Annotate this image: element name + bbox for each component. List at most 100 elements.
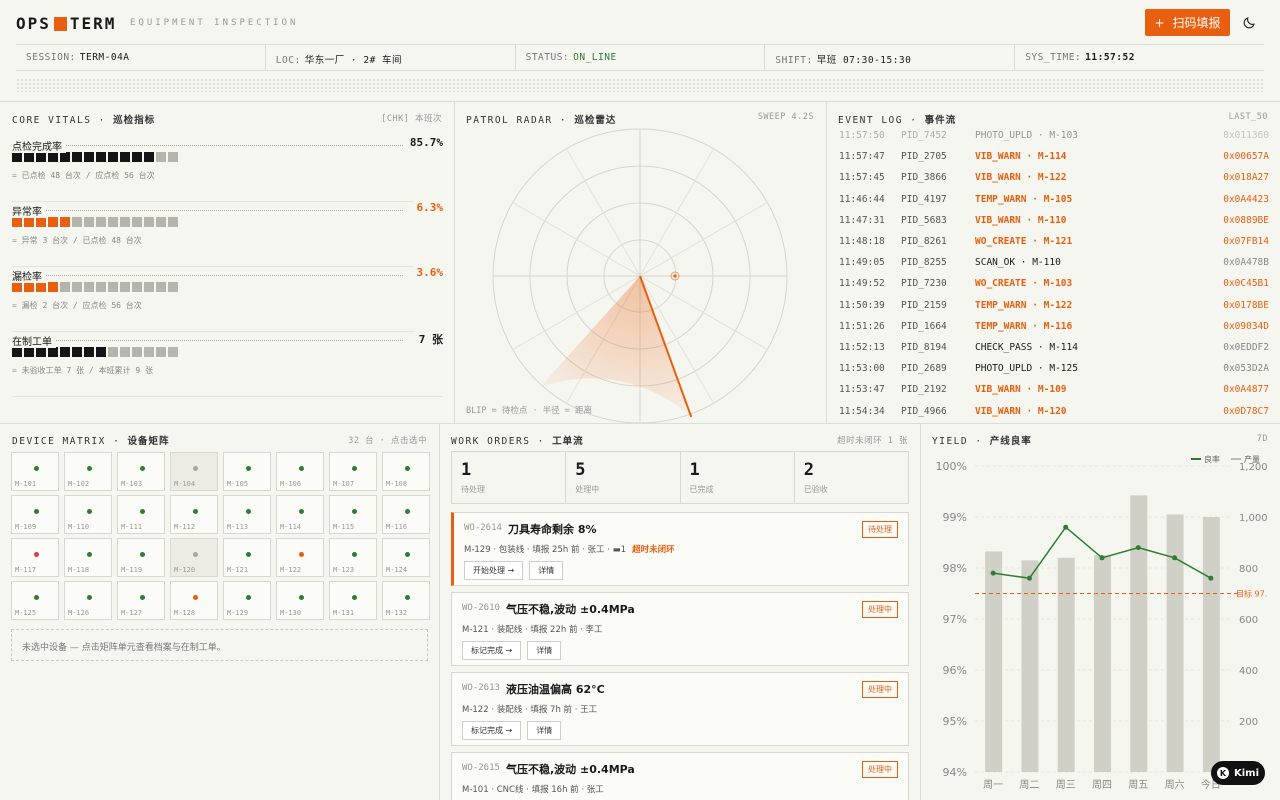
bar-block <box>108 347 118 357</box>
wo-stat[interactable]: 1 待处理 <box>452 452 567 503</box>
kimi-assistant-button[interactable]: K Kimi <box>1211 761 1265 785</box>
bar-block <box>96 347 106 357</box>
yield-bar[interactable] <box>985 551 1003 772</box>
device-id: M-127 <box>121 609 143 617</box>
wo-stat-count: 2 <box>803 460 814 480</box>
wo-title: 液压油温偏高 62°C <box>506 683 605 696</box>
work-order-card[interactable]: WO-2614 刀具寿命剩余 8% 待处理 M-129 · 包装线 · 填报 25h … <box>451 512 909 586</box>
device-cell[interactable]: M-121 <box>223 538 271 577</box>
device-cell[interactable]: M-110 <box>64 495 112 534</box>
status-dot-icon <box>352 509 357 514</box>
status-dot-icon <box>193 552 198 557</box>
event-time: 11:51:26 <box>839 320 885 332</box>
device-cell[interactable]: M-122 <box>276 538 324 577</box>
yield-point[interactable] <box>1099 555 1105 561</box>
status-dot-icon <box>87 595 92 600</box>
kimi-label: Kimi <box>1233 767 1260 779</box>
x-tick-label: 周一 <box>983 779 1003 791</box>
yield-point[interactable] <box>990 570 996 576</box>
wo-meta: M-122 · 装配线 · 填报 7h 前 · 王工 <box>462 703 597 715</box>
wo-stat[interactable]: 1 已完成 <box>681 452 795 503</box>
wo-primary-action-button[interactable]: 标记完成 → <box>462 721 522 740</box>
yield-point[interactable] <box>1208 575 1214 581</box>
panel-title: YIELD · 产线良率 <box>932 436 1032 447</box>
wo-primary-action-button[interactable]: 标记完成 → <box>462 641 522 660</box>
vital-value: 85.7% <box>405 136 443 149</box>
device-cell[interactable]: M-126 <box>64 581 112 620</box>
device-cell[interactable]: M-112 <box>170 495 218 534</box>
device-cell[interactable]: M-116 <box>382 495 430 534</box>
event-row: 11:52:13 PID_8194 CHECK_PASS · M-114 0x0EDD… <box>839 342 1269 363</box>
device-cell[interactable]: M-127 <box>117 581 165 620</box>
yield-point[interactable] <box>1026 575 1032 581</box>
wo-detail-button[interactable]: 详情 <box>527 641 562 660</box>
device-cell[interactable]: M-111 <box>117 495 165 534</box>
scan-report-label: 扫码填报 <box>1172 16 1221 30</box>
yield-point[interactable] <box>1135 545 1141 551</box>
dotted-leader <box>12 145 403 146</box>
yield-bar[interactable] <box>1021 560 1039 772</box>
device-cell[interactable]: M-102 <box>64 452 112 491</box>
device-cell[interactable]: M-118 <box>64 538 112 577</box>
device-id: M-132 <box>386 609 408 617</box>
wo-status-badge: 处理中 <box>862 681 898 698</box>
device-cell[interactable]: M-124 <box>382 538 430 577</box>
wo-detail-button[interactable]: 详情 <box>527 721 562 740</box>
device-id: M-125 <box>15 609 37 617</box>
wo-detail-button[interactable]: 详情 <box>529 561 564 580</box>
yield-bar[interactable] <box>1202 517 1220 772</box>
event-log-panel[interactable]: EVENT LOG · 事件流 LAST_50 11:57:50 PID_7452… <box>827 101 1280 423</box>
device-cell[interactable]: M-113 <box>223 495 271 534</box>
device-cell[interactable]: M-109 <box>11 495 59 534</box>
device-cell[interactable]: M-104 <box>170 452 218 491</box>
work-order-card[interactable]: WO-2615 气压不稳,波动 ±0.4MPa 处理中 M-101 · CNC线 · … <box>451 752 909 800</box>
device-id: M-123 <box>333 566 355 574</box>
device-cell[interactable]: M-105 <box>223 452 271 491</box>
device-cell[interactable]: M-119 <box>117 538 165 577</box>
device-cell[interactable]: M-115 <box>329 495 377 534</box>
device-cell[interactable]: M-106 <box>276 452 324 491</box>
wo-stat[interactable]: 5 处理中 <box>566 452 681 503</box>
device-cell[interactable]: M-101 <box>11 452 59 491</box>
device-cell[interactable]: M-103 <box>117 452 165 491</box>
device-cell[interactable]: M-108 <box>382 452 430 491</box>
device-id: M-108 <box>386 480 408 488</box>
device-cell[interactable]: M-132 <box>382 581 430 620</box>
moon-icon[interactable] <box>1243 15 1257 29</box>
yield-bar[interactable] <box>1130 495 1148 772</box>
device-cell[interactable]: M-117 <box>11 538 59 577</box>
yield-bar[interactable] <box>1057 557 1075 772</box>
device-cell[interactable]: M-129 <box>223 581 271 620</box>
wo-primary-action-button[interactable]: 开始处理 → <box>464 561 524 580</box>
event-name: SCAN_OK · M-110 <box>975 257 1061 269</box>
bar-block <box>84 217 94 227</box>
device-id: M-110 <box>68 523 90 531</box>
device-id: M-129 <box>227 609 249 617</box>
work-order-card[interactable]: WO-2610 气压不稳,波动 ±0.4MPa 处理中 M-121 · 装配线 · 填… <box>451 592 909 666</box>
yield-point[interactable] <box>1063 524 1069 530</box>
wo-actions: 标记完成 → 详情 <box>462 641 562 660</box>
x-tick-label: 周三 <box>1056 779 1076 791</box>
device-cell[interactable]: M-128 <box>170 581 218 620</box>
device-cell[interactable]: M-123 <box>329 538 377 577</box>
vital-value: 6.3% <box>412 201 443 214</box>
device-cell[interactable]: M-114 <box>276 495 324 534</box>
yield-point[interactable] <box>1172 555 1178 561</box>
wo-stat[interactable]: 2 已验收 <box>795 452 908 503</box>
work-order-card[interactable]: WO-2613 液压油温偏高 62°C 处理中 M-122 · 装配线 · 填报 7h… <box>451 672 909 746</box>
vital-label: 在制工单 <box>12 333 56 348</box>
device-cell[interactable]: M-107 <box>329 452 377 491</box>
device-cell[interactable]: M-131 <box>329 581 377 620</box>
wo-title: 气压不稳,波动 ±0.4MPa <box>506 603 635 616</box>
vital-row: 漏检率 3.6% = 漏检 2 台次 / 应点检 56 台次 <box>12 266 443 332</box>
yield-bar[interactable] <box>1094 555 1111 772</box>
device-cell[interactable]: M-125 <box>11 581 59 620</box>
panel-meta: SWEEP 4.2S <box>757 112 814 122</box>
yield-bar[interactable] <box>1166 514 1184 772</box>
left-tick-label: 99% <box>943 511 967 524</box>
device-id: M-105 <box>227 480 249 488</box>
device-cell[interactable]: M-130 <box>276 581 324 620</box>
event-hex: 0x0D78C7 <box>1223 405 1269 417</box>
scan-report-button[interactable]: + 扫码填报 <box>1145 9 1230 36</box>
device-cell[interactable]: M-120 <box>170 538 218 577</box>
